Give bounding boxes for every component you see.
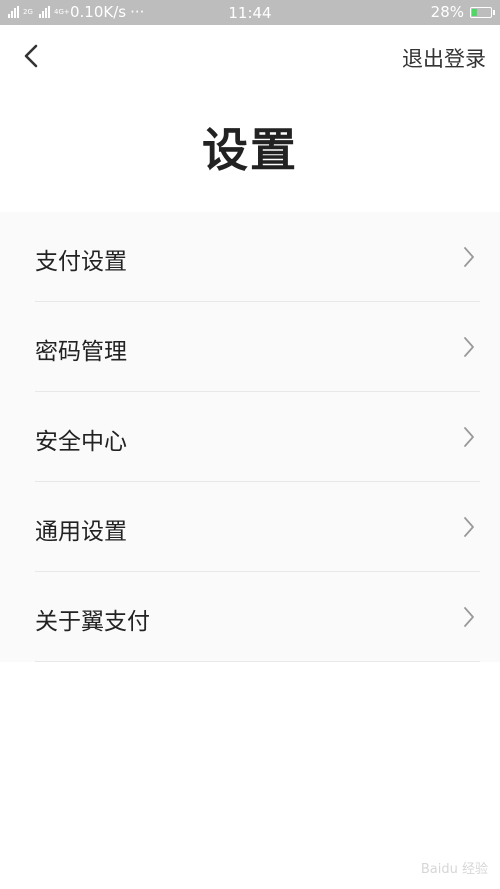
- chevron-right-icon: [464, 517, 474, 537]
- chevron-right-icon: [464, 337, 474, 357]
- chevron-right-icon: [464, 247, 474, 267]
- chevron-right-icon: [464, 607, 474, 627]
- battery-percent: 28%: [430, 3, 464, 21]
- back-button[interactable]: [18, 40, 46, 72]
- menu-item-payment-settings[interactable]: 支付设置: [0, 212, 500, 302]
- menu-item-password-management[interactable]: 密码管理: [0, 302, 500, 392]
- status-bar: 2G 4G+ 0.10K/s ··· 11:44 28%: [0, 0, 500, 25]
- logout-button[interactable]: 退出登录: [402, 43, 486, 73]
- menu-item-label: 安全中心: [35, 429, 127, 455]
- menu-item-label: 支付设置: [35, 249, 127, 275]
- battery-fill: [472, 8, 477, 16]
- page-title: 设置: [202, 123, 298, 177]
- menu-item-general-settings[interactable]: 通用设置: [0, 482, 500, 572]
- battery-icon: [470, 6, 495, 18]
- clock: 11:44: [228, 4, 272, 22]
- menu-item-label: 密码管理: [35, 339, 127, 365]
- watermark: Baidu 经验: [420, 862, 488, 877]
- menu-item-security-center[interactable]: 安全中心: [0, 392, 500, 482]
- divider: [35, 661, 480, 662]
- nav-bar: 退出登录: [0, 25, 500, 87]
- chevron-right-icon: [464, 427, 474, 447]
- menu-item-label: 关于翼支付: [35, 609, 150, 635]
- status-right: 28%: [430, 3, 495, 21]
- menu-item-about[interactable]: 关于翼支付: [0, 572, 500, 662]
- settings-menu: 支付设置 密码管理 安全中心 通用设置 关于翼支付: [0, 212, 500, 662]
- chevron-left-icon: [24, 44, 38, 68]
- menu-item-label: 通用设置: [35, 519, 127, 545]
